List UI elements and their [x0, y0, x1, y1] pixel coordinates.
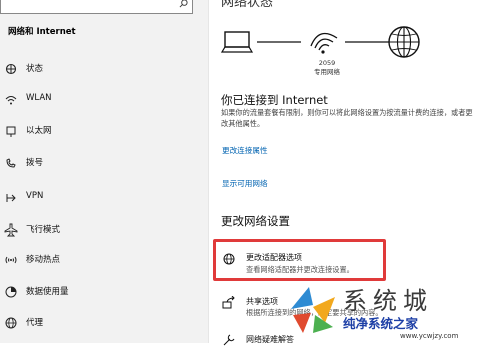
sidebar-item-label: 代理 — [26, 318, 44, 328]
network-identity: 2059 专用网络 — [309, 59, 345, 77]
sidebar-item-vpn[interactable]: VPN — [0, 188, 208, 208]
globe-icon — [5, 317, 17, 329]
sidebar-item-data-usage[interactable]: 数据使用量 — [0, 282, 208, 302]
airplane-icon — [4, 223, 18, 237]
ethernet-icon — [6, 126, 16, 137]
network-diagram — [221, 26, 420, 58]
change-connection-properties-link[interactable]: 更改连接属性 — [222, 145, 268, 156]
dialup-icon — [6, 158, 16, 168]
highlight-box — [213, 239, 386, 281]
wifi-icon — [5, 96, 17, 105]
search-input[interactable] — [0, 0, 193, 14]
sidebar-item-hotspot[interactable]: 移动热点 — [0, 250, 208, 270]
sidebar-title: 网络和 Internet — [8, 27, 76, 37]
section-title: 更改网络设置 — [221, 214, 290, 228]
watermark-subtitle: 纯净系统之家 — [343, 316, 419, 331]
sidebar-item-airplane[interactable]: 飞行模式 — [0, 220, 208, 240]
sidebar-item-label: 状态 — [26, 64, 44, 74]
sidebar-item-status[interactable]: 状态 — [0, 59, 208, 79]
home-icon — [5, 63, 17, 75]
option-title: 共享选项 — [246, 297, 278, 306]
sidebar-item-proxy[interactable]: 代理 — [0, 313, 208, 333]
page-title: 网络状态 — [221, 0, 274, 10]
hotspot-icon — [5, 256, 17, 264]
data-usage-icon — [5, 286, 17, 298]
sidebar-item-ethernet[interactable]: 以太网 — [0, 121, 208, 141]
search-icon — [179, 0, 188, 8]
sidebar-item-label: 数据使用量 — [26, 287, 69, 297]
watermark-brand: 系统城 — [343, 287, 433, 315]
vpn-icon — [6, 194, 16, 202]
sidebar-item-label: 飞行模式 — [26, 225, 61, 235]
network-type: 专用网络 — [314, 68, 340, 76]
computer-icon — [221, 31, 254, 53]
sidebar-item-wlan[interactable]: WLAN — [0, 90, 208, 110]
show-available-networks-link[interactable]: 显示可用网络 — [222, 178, 268, 189]
share-icon — [222, 296, 235, 309]
sidebar-item-label: 移动热点 — [26, 255, 61, 265]
sidebar-item-label: 拨号 — [26, 158, 44, 168]
sidebar-item-label: 以太网 — [26, 126, 52, 136]
connection-status-description: 如果你的流量套餐有限制，则你可以将此网络设置为按流量计费的连接，或者更改其他属性… — [221, 108, 473, 128]
watermark: 系统城 纯净系统之家 www.ycwjzy.com — [285, 277, 480, 343]
sidebar: 网络和 Internet 状态 WLAN 以太网 拨号 VPN 飞行模式 移动热… — [0, 0, 208, 343]
watermark-logo-icon — [291, 287, 335, 333]
connection-status-heading: 你已连接到 Internet — [221, 93, 328, 107]
sidebar-item-label: WLAN — [26, 93, 52, 103]
sidebar-item-label: VPN — [26, 191, 44, 201]
wifi-icon — [310, 32, 338, 54]
network-name: 2059 — [318, 59, 336, 67]
watermark-url: www.ycwjzy.com — [400, 332, 459, 340]
sidebar-item-dialup[interactable]: 拨号 — [0, 153, 208, 173]
troubleshoot-icon — [223, 334, 235, 346]
internet-globe-icon — [388, 26, 420, 58]
